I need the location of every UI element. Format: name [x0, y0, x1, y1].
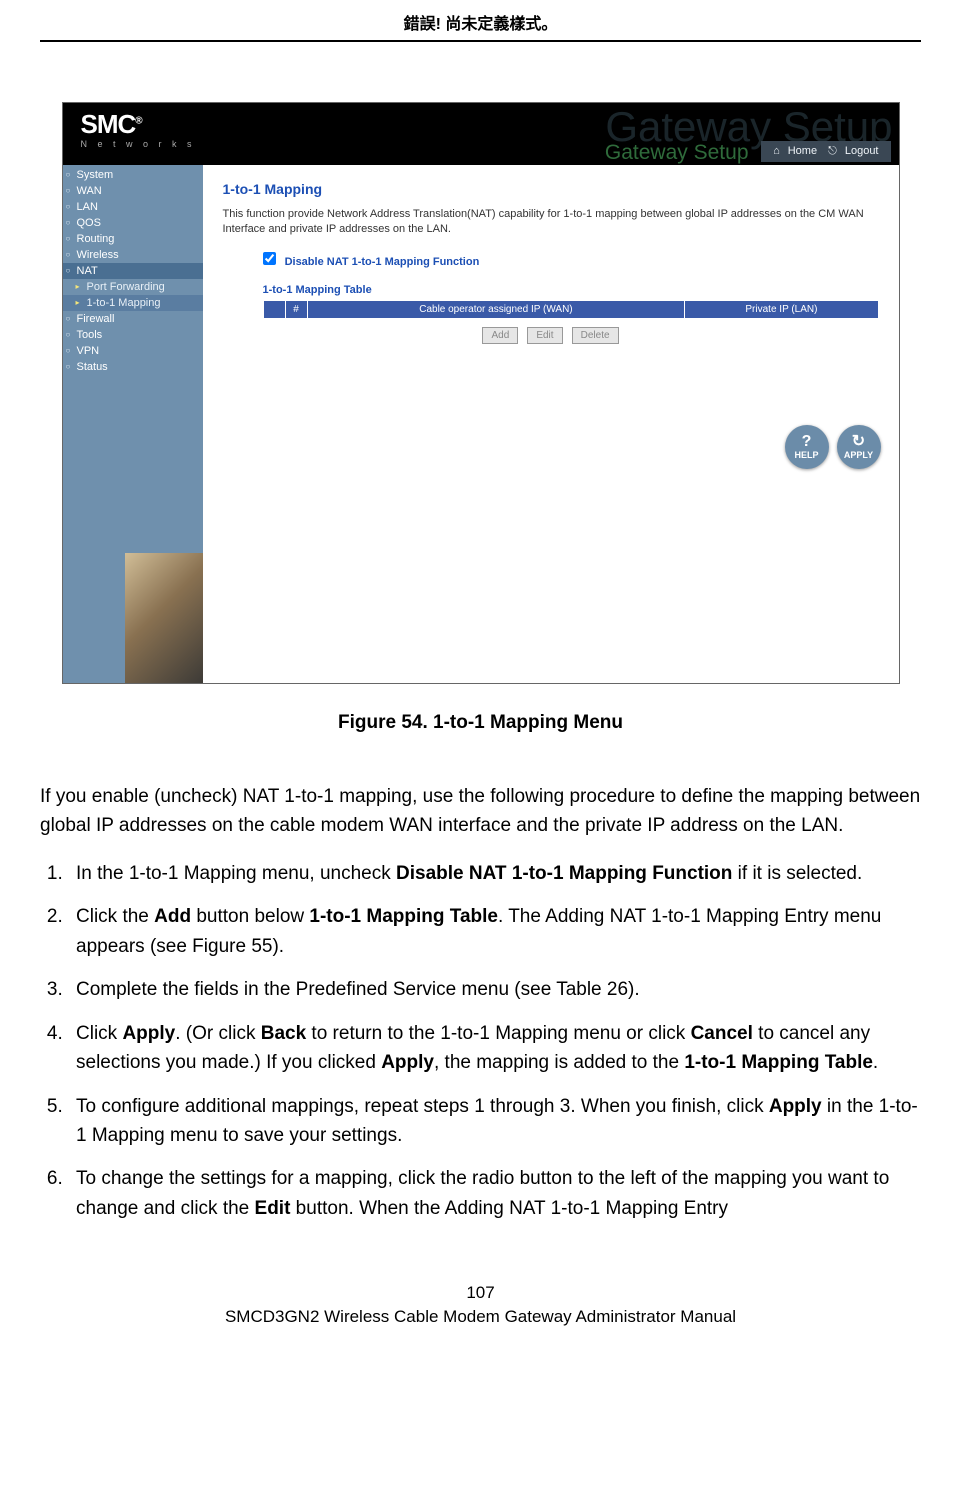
sidebar-sub-port-forwarding[interactable]: Port Forwarding: [63, 279, 203, 295]
table-button-row: Add Edit Delete: [223, 327, 879, 344]
step-4: Click Apply. (Or click Back to return to…: [68, 1019, 921, 1078]
th-number: #: [285, 300, 307, 318]
router-content: 1-to-1 Mapping This function provide Net…: [203, 165, 899, 683]
disable-mapping-checkbox[interactable]: [263, 252, 276, 265]
round-action-buttons: ? HELP ↻ APPLY: [785, 425, 881, 469]
disable-mapping-label: Disable NAT 1-to-1 Mapping Function: [285, 256, 480, 268]
sidebar-item-routing[interactable]: Routing: [63, 231, 203, 247]
apply-button[interactable]: ↻ APPLY: [837, 425, 881, 469]
router-ui-screenshot: SMC® N e t w o r k s Gateway Setup Gatew…: [62, 102, 900, 684]
logout-link[interactable]: Logout: [845, 145, 879, 157]
disable-mapping-row: Disable NAT 1-to-1 Mapping Function: [263, 252, 879, 268]
router-body: System WAN LAN QOS Routing Wireless NAT …: [63, 165, 899, 683]
step-1-text-c: if it is selected.: [732, 863, 862, 884]
step-1-bold: Disable NAT 1-to-1 Mapping Function: [396, 863, 732, 884]
sidebar-item-system[interactable]: System: [63, 167, 203, 183]
content-description: This function provide Network Address Tr…: [223, 207, 879, 238]
step-2-bold-b: Add: [154, 906, 191, 927]
registered-mark: ®: [135, 115, 141, 126]
step-6-bold-b: Edit: [255, 1198, 291, 1219]
step-4-text-k: .: [873, 1052, 878, 1073]
intro-paragraph: If you enable (uncheck) NAT 1-to-1 mappi…: [40, 782, 921, 841]
document-footer: 107 SMCD3GN2 Wireless Cable Modem Gatewa…: [40, 1283, 921, 1327]
apply-label: APPLY: [844, 450, 873, 460]
sidebar-item-wan[interactable]: WAN: [63, 183, 203, 199]
header-actions: ⌂ Home ⎋ Logout: [761, 141, 890, 162]
step-4-bold-j: 1-to-1 Mapping Table: [684, 1052, 873, 1073]
delete-button[interactable]: Delete: [572, 327, 619, 344]
step-1: In the 1-to-1 Mapping menu, uncheck Disa…: [68, 859, 921, 888]
th-select: [263, 300, 285, 318]
step-2-text-a: Click the: [76, 906, 154, 927]
edit-button[interactable]: Edit: [527, 327, 562, 344]
step-5: To configure additional mappings, repeat…: [68, 1092, 921, 1151]
sidebar-item-nat[interactable]: NAT: [63, 263, 203, 279]
step-5-bold-b: Apply: [769, 1096, 822, 1117]
step-6-text-c: button. When the Adding NAT 1-to-1 Mappi…: [290, 1198, 728, 1219]
step-3: Complete the fields in the Predefined Se…: [68, 975, 921, 1004]
step-4-bold-b: Apply: [122, 1023, 175, 1044]
content-title: 1-to-1 Mapping: [223, 181, 879, 197]
sidebar-item-qos[interactable]: QOS: [63, 215, 203, 231]
step-4-bold-d: Back: [261, 1023, 306, 1044]
page-number: 107: [40, 1283, 921, 1303]
th-wan-ip: Cable operator assigned IP (WAN): [307, 300, 685, 318]
sidebar-item-vpn[interactable]: VPN: [63, 343, 203, 359]
sidebar-item-status[interactable]: Status: [63, 359, 203, 375]
step-4-text-e: to return to the 1-to-1 Mapping menu or …: [306, 1023, 690, 1044]
footer-title: SMCD3GN2 Wireless Cable Modem Gateway Ad…: [40, 1307, 921, 1327]
router-sidebar: System WAN LAN QOS Routing Wireless NAT …: [63, 165, 203, 683]
step-4-bold-h: Apply: [381, 1052, 434, 1073]
help-icon: ?: [802, 434, 812, 450]
figure-caption: Figure 54. 1-to-1 Mapping Menu: [40, 712, 921, 734]
step-2-bold-d: 1-to-1 Mapping Table: [309, 906, 498, 927]
step-5-text-a: To configure additional mappings, repeat…: [76, 1096, 769, 1117]
sidebar-sub-1to1-mapping[interactable]: 1-to-1 Mapping: [63, 295, 203, 311]
sidebar-item-lan[interactable]: LAN: [63, 199, 203, 215]
mapping-table: # Cable operator assigned IP (WAN) Priva…: [263, 300, 879, 319]
step-6: To change the settings for a mapping, cl…: [68, 1164, 921, 1223]
logout-icon: ⎋: [828, 145, 837, 157]
smc-logo: SMC®: [81, 109, 142, 140]
sidebar-item-firewall[interactable]: Firewall: [63, 311, 203, 327]
step-2: Click the Add button below 1-to-1 Mappin…: [68, 902, 921, 961]
step-1-text-a: In the 1-to-1 Mapping menu, uncheck: [76, 863, 396, 884]
th-lan-ip: Private IP (LAN): [685, 300, 878, 318]
step-2-text-c: button below: [191, 906, 309, 927]
help-button[interactable]: ? HELP: [785, 425, 829, 469]
step-4-text-c: . (Or click: [175, 1023, 261, 1044]
sidebar-item-tools[interactable]: Tools: [63, 327, 203, 343]
header-sub-title: Gateway Setup: [605, 141, 749, 165]
document-header: 錯誤! 尚未定義樣式。: [40, 10, 921, 42]
home-link[interactable]: Home: [788, 145, 817, 157]
home-icon: ⌂: [773, 145, 780, 157]
mapping-table-label: 1-to-1 Mapping Table: [263, 284, 879, 296]
step-4-bold-f: Cancel: [691, 1023, 753, 1044]
logo-text: SMC: [81, 109, 136, 139]
router-header-bar: SMC® N e t w o r k s Gateway Setup Gatew…: [63, 103, 899, 165]
step-4-text-i: , the mapping is added to the: [434, 1052, 684, 1073]
logo-subtext: N e t w o r k s: [81, 139, 196, 149]
instruction-list: In the 1-to-1 Mapping menu, uncheck Disa…: [40, 859, 921, 1223]
sidebar-item-wireless[interactable]: Wireless: [63, 247, 203, 263]
add-button[interactable]: Add: [482, 327, 518, 344]
step-4-text-a: Click: [76, 1023, 122, 1044]
apply-icon: ↻: [852, 434, 865, 450]
help-label: HELP: [794, 450, 818, 460]
